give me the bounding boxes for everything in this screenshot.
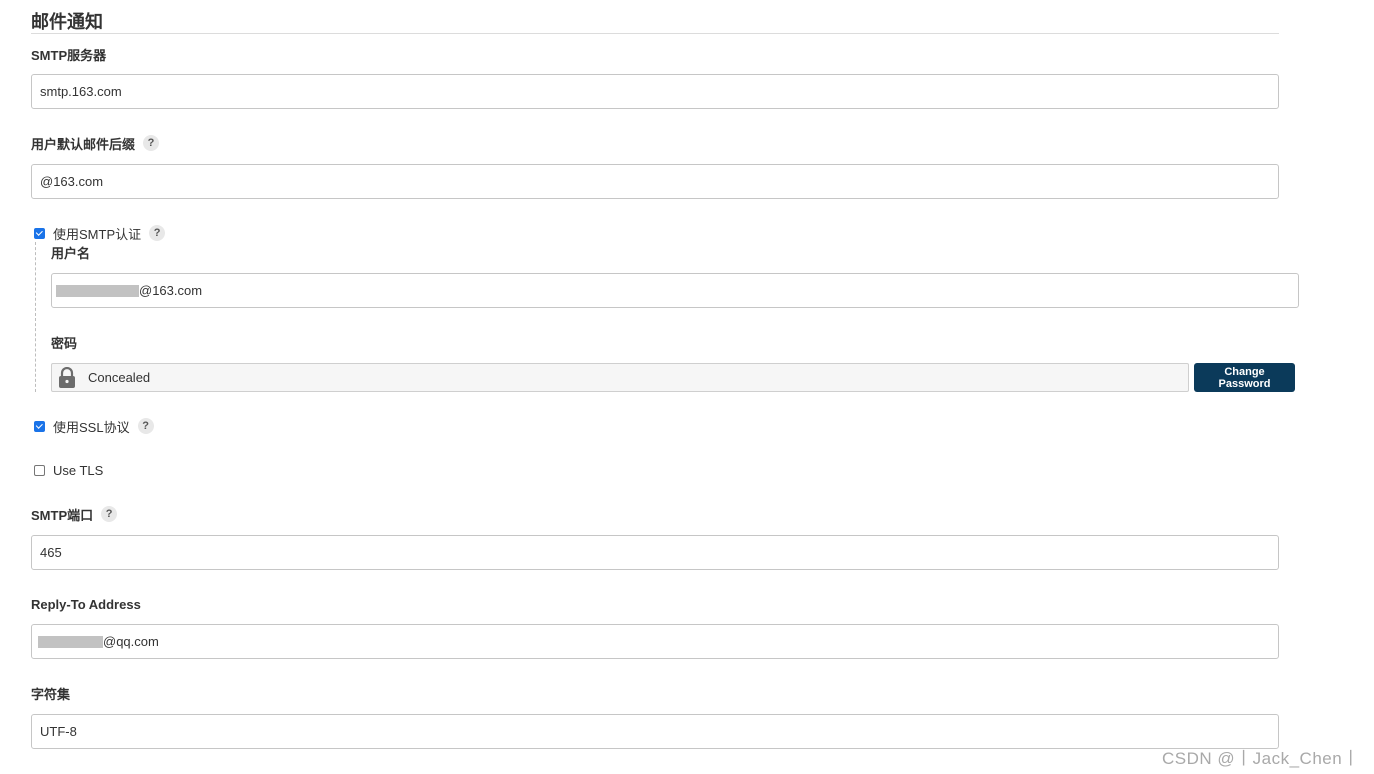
question-icon[interactable]: ? (149, 225, 166, 241)
username-input[interactable]: @163.com (51, 273, 1299, 308)
watermark: CSDN @丨Jack_Chen丨 (1162, 749, 1360, 768)
smtp-port-label: SMTP端口 ? (31, 504, 118, 524)
reply-to-input[interactable]: @qq.com (31, 624, 1279, 659)
section-divider (31, 33, 1279, 34)
ssl-checkbox[interactable] (34, 420, 45, 432)
smtp-server-input[interactable]: smtp.163.com (31, 74, 1279, 109)
password-value: Concealed (88, 370, 151, 385)
question-icon[interactable]: ? (143, 135, 160, 151)
smtp-server-label-text: SMTP服务器 (31, 47, 107, 63)
default-suffix-label-text: 用户默认邮件后缀 (31, 136, 136, 152)
smtp-port-value: 465 (40, 545, 62, 560)
default-suffix-input[interactable]: @163.com (31, 164, 1279, 199)
charset-label: 字符集 (31, 683, 70, 703)
username-value-suffix: @163.com (139, 283, 203, 298)
username-label-text: 用户名 (51, 245, 91, 261)
charset-value: UTF-8 (40, 724, 77, 739)
tls-row: Use TLS (34, 460, 103, 480)
reply-to-label: Reply-To Address (31, 594, 141, 614)
reply-to-label-text: Reply-To Address (31, 596, 141, 612)
default-suffix-value: @163.com (40, 174, 104, 189)
lock-icon (52, 364, 82, 391)
nested-indent-line (35, 242, 36, 392)
smtp-auth-checkbox[interactable] (34, 227, 45, 239)
reply-to-value-suffix: @qq.com (103, 634, 159, 649)
smtp-port-label-text: SMTP端口 (31, 507, 94, 523)
smtp-server-value: smtp.163.com (40, 84, 122, 99)
tls-label: Use TLS (53, 462, 104, 478)
change-password-button[interactable]: Change Password (1194, 363, 1295, 392)
password-field: Concealed (51, 363, 1189, 392)
password-label: 密码 (51, 332, 77, 352)
ssl-label: 使用SSL协议 (53, 419, 130, 435)
smtp-port-input[interactable]: 465 (31, 535, 1279, 570)
default-suffix-label: 用户默认邮件后缀 ? (31, 133, 160, 153)
smtp-server-label: SMTP服务器 (31, 44, 106, 64)
section-title: 邮件通知 (31, 12, 103, 32)
redacted-text (56, 284, 139, 297)
charset-input[interactable]: UTF-8 (31, 714, 1279, 749)
tls-checkbox[interactable] (34, 464, 45, 476)
charset-label-text: 字符集 (31, 686, 71, 702)
ssl-row: 使用SSL协议 ? (34, 416, 154, 436)
smtp-auth-row: 使用SMTP认证 ? (34, 223, 166, 243)
username-label: 用户名 (51, 242, 90, 262)
question-icon[interactable]: ? (101, 506, 118, 522)
password-label-text: 密码 (51, 335, 78, 351)
smtp-auth-label: 使用SMTP认证 (53, 226, 142, 242)
question-icon[interactable]: ? (137, 418, 154, 434)
redacted-text (38, 635, 103, 648)
